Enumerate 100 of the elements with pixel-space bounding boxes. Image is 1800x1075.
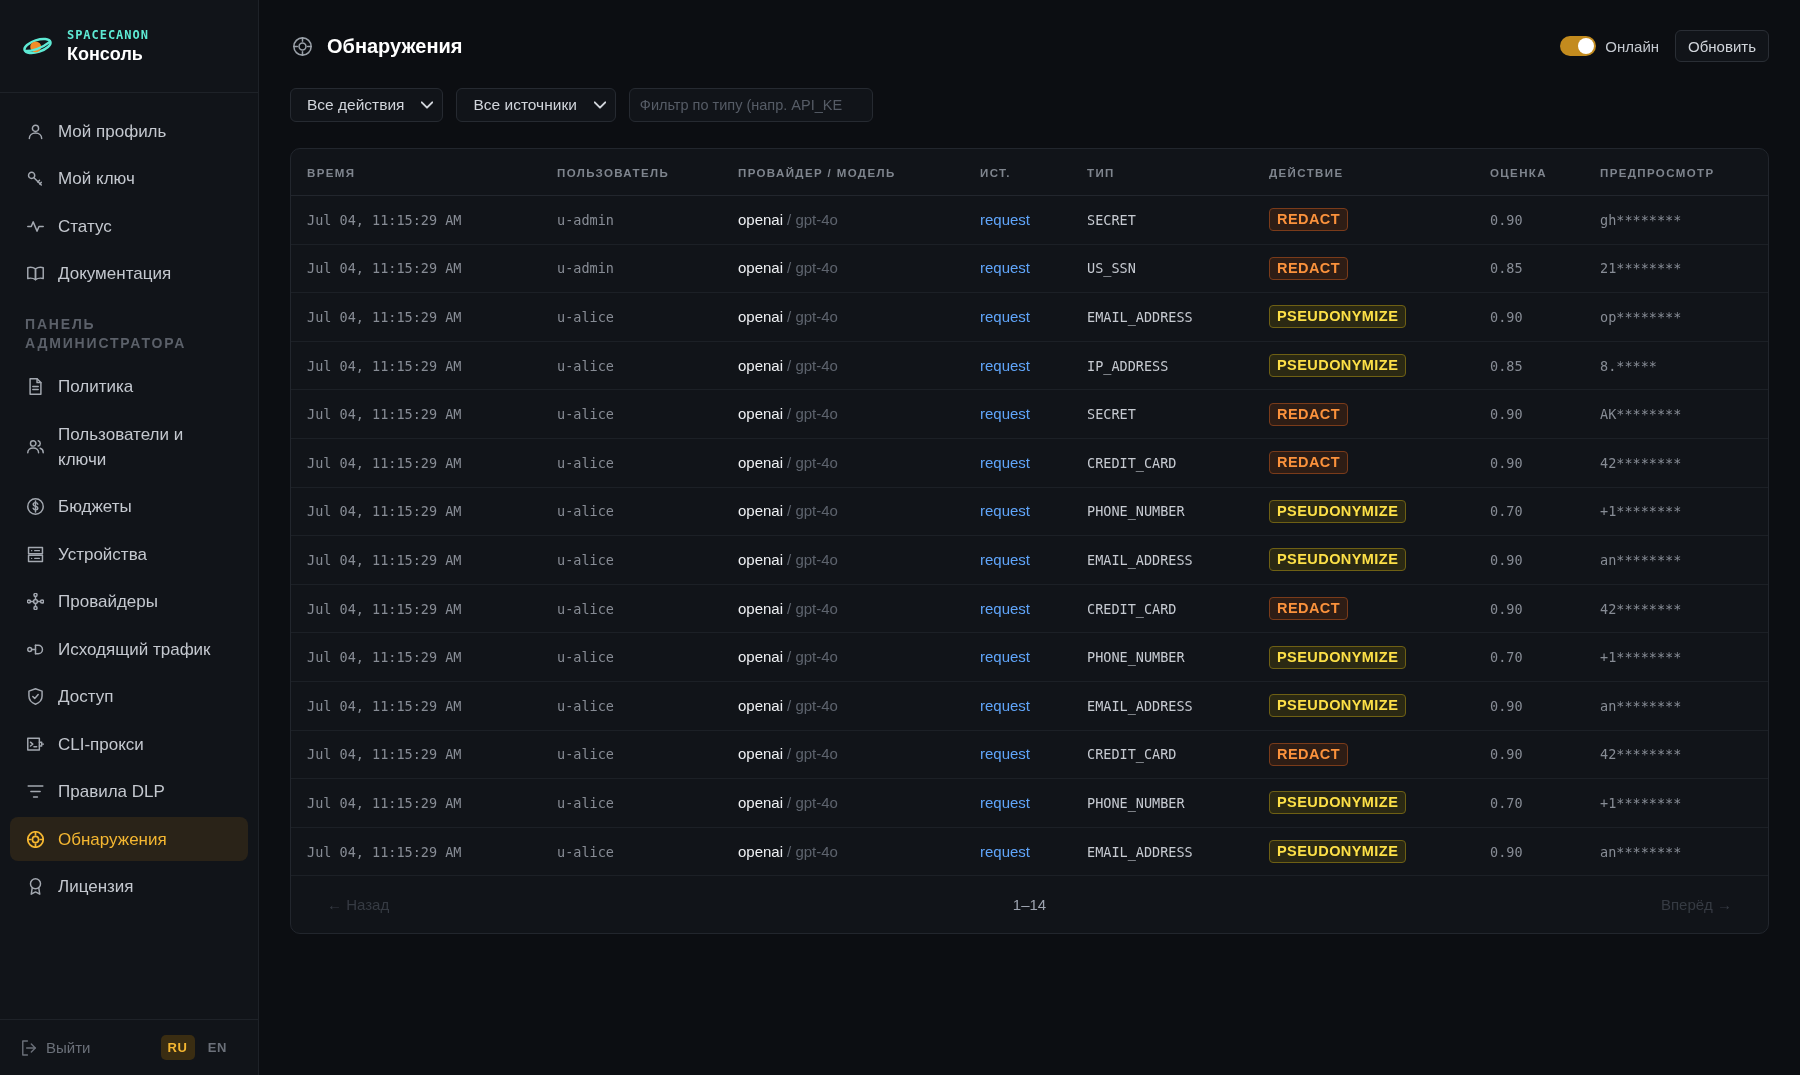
source-filter-select[interactable]: Все источники bbox=[456, 88, 616, 122]
source-link[interactable]: request bbox=[980, 453, 1031, 471]
score-value: 0.70 bbox=[1490, 794, 1523, 811]
nav-item[interactable]: Мой ключ bbox=[10, 156, 248, 201]
source-link[interactable]: request bbox=[980, 405, 1031, 423]
nav-item[interactable]: Пользователи и ключи bbox=[10, 412, 248, 481]
timestamp: Jul 04, 11:15:29 AM bbox=[307, 357, 462, 374]
action-badge: PSEUDONYMIZE bbox=[1269, 694, 1407, 718]
refresh-button[interactable]: Обновить bbox=[1675, 30, 1769, 62]
score-value: 0.85 bbox=[1490, 357, 1523, 374]
detection-type: PHONE_NUMBER bbox=[1087, 503, 1185, 520]
action-badge: PSEUDONYMIZE bbox=[1269, 305, 1407, 329]
column-header: ПРОВАЙДЕР / МОДЕЛЬ bbox=[738, 167, 896, 179]
provider-name: openai bbox=[738, 599, 784, 617]
source-link[interactable]: request bbox=[980, 842, 1031, 860]
nav-item[interactable]: Лицензия bbox=[10, 864, 248, 909]
detection-type: CREDIT_CARD bbox=[1087, 746, 1177, 763]
provider-name: openai bbox=[738, 793, 784, 811]
section-heading: ПАНЕЛЬ АДМИНИСТРАТОРА bbox=[24, 315, 188, 353]
model-name: / gpt-4o bbox=[787, 696, 838, 714]
masked-preview: gh******** bbox=[1600, 211, 1682, 228]
nav-item[interactable]: Статус bbox=[10, 204, 248, 248]
nav-item[interactable]: Политика bbox=[10, 364, 248, 409]
user-id: u-alice bbox=[557, 454, 614, 471]
model-name: / gpt-4o bbox=[787, 793, 838, 811]
provider-name: openai bbox=[738, 745, 784, 763]
nav-item[interactable]: Бюджеты bbox=[10, 484, 248, 529]
brand-name: SPACECANON bbox=[67, 27, 149, 42]
nav-item[interactable]: Правила DLP bbox=[10, 769, 248, 814]
logout-link[interactable]: Выйти bbox=[22, 1039, 91, 1056]
users-icon bbox=[27, 438, 44, 455]
score-value: 0.70 bbox=[1490, 503, 1523, 520]
user-id: u-alice bbox=[557, 406, 614, 423]
source-link[interactable]: request bbox=[980, 356, 1031, 374]
column-header: ОЦЕНКА bbox=[1490, 167, 1547, 179]
column-header: ИСТ. bbox=[980, 167, 1011, 179]
language-button[interactable]: EN bbox=[200, 1035, 234, 1060]
nav-item[interactable]: Провайдеры bbox=[10, 579, 248, 624]
model-name: / gpt-4o bbox=[787, 745, 838, 763]
masked-preview: 21******** bbox=[1600, 260, 1682, 277]
nav-item[interactable]: Устройства bbox=[10, 532, 248, 576]
timestamp: Jul 04, 11:15:29 AM bbox=[307, 551, 462, 568]
detection-type: SECRET bbox=[1087, 406, 1136, 423]
model-name: / gpt-4o bbox=[787, 308, 838, 325]
user-id: u-alice bbox=[557, 600, 614, 617]
nav-item[interactable]: Доступ bbox=[10, 674, 248, 719]
column-header: ВРЕМЯ bbox=[307, 167, 356, 179]
masked-preview: +1******** bbox=[1600, 503, 1682, 520]
timestamp: Jul 04, 11:15:29 AM bbox=[307, 843, 462, 860]
user-id: u-alice bbox=[557, 649, 614, 666]
source-link[interactable]: request bbox=[980, 308, 1031, 325]
language-button[interactable]: RU bbox=[160, 1035, 195, 1060]
model-name: / gpt-4o bbox=[787, 599, 838, 617]
source-link[interactable]: request bbox=[980, 259, 1031, 277]
source-link[interactable]: request bbox=[980, 696, 1031, 714]
source-link[interactable]: request bbox=[980, 648, 1031, 666]
source-link[interactable]: request bbox=[980, 502, 1031, 520]
column-header: ДЕЙСТВИЕ bbox=[1269, 167, 1344, 179]
detection-type: PHONE_NUMBER bbox=[1087, 794, 1185, 811]
timestamp: Jul 04, 11:15:29 AM bbox=[307, 211, 462, 228]
score-value: 0.90 bbox=[1490, 211, 1523, 228]
action-badge: REDACT bbox=[1269, 742, 1349, 766]
crosshair-icon bbox=[27, 830, 44, 848]
app-title: Консоль bbox=[67, 43, 144, 65]
source-link[interactable]: request bbox=[980, 550, 1031, 568]
source-link[interactable]: request bbox=[980, 793, 1031, 811]
nav-item[interactable]: CLI-прокси bbox=[10, 722, 248, 766]
user-id: u-alice bbox=[557, 794, 614, 811]
type-filter-input[interactable]: Фильтр по типу (напр. API_KE bbox=[628, 88, 873, 122]
nav-item[interactable]: Мой профиль bbox=[10, 109, 248, 153]
timestamp: Jul 04, 11:15:29 AM bbox=[307, 260, 462, 277]
detection-type: SECRET bbox=[1087, 211, 1136, 228]
model-name: / gpt-4o bbox=[787, 210, 838, 228]
source-link[interactable]: request bbox=[980, 599, 1031, 617]
timestamp: Jul 04, 11:15:29 AM bbox=[307, 503, 462, 520]
nav-item[interactable]: Документация bbox=[10, 251, 248, 296]
detection-type: US_SSN bbox=[1087, 260, 1136, 277]
timestamp: Jul 04, 11:15:29 AM bbox=[307, 746, 462, 763]
status-label: Онлайн bbox=[1605, 37, 1660, 55]
page-title: Обнаружения bbox=[327, 34, 463, 58]
provider-name: openai bbox=[738, 842, 784, 860]
masked-preview: AK******** bbox=[1600, 406, 1682, 423]
score-value: 0.90 bbox=[1490, 406, 1523, 423]
logout-icon bbox=[22, 1039, 36, 1056]
source-link[interactable]: request bbox=[980, 210, 1031, 228]
masked-preview: an******** bbox=[1600, 843, 1682, 860]
detection-type: PHONE_NUMBER bbox=[1087, 649, 1185, 666]
masked-preview: 8.***** bbox=[1600, 357, 1657, 374]
masked-preview: +1******** bbox=[1600, 794, 1682, 811]
action-badge: REDACT bbox=[1269, 451, 1349, 475]
source-link[interactable]: request bbox=[980, 745, 1031, 763]
user-icon bbox=[27, 122, 44, 140]
nav-item[interactable]: Исходящий трафик bbox=[10, 627, 248, 671]
provider-name: openai bbox=[738, 696, 784, 714]
column-header: ПОЛЬЗОВАТЕЛЬ bbox=[557, 167, 670, 179]
score-value: 0.85 bbox=[1490, 260, 1523, 277]
page-range: 1–14 bbox=[1012, 896, 1047, 914]
action-filter-select[interactable]: Все действия bbox=[290, 88, 444, 122]
nav-item[interactable]: Обнаружения bbox=[10, 817, 248, 861]
online-toggle[interactable] bbox=[1560, 36, 1597, 56]
